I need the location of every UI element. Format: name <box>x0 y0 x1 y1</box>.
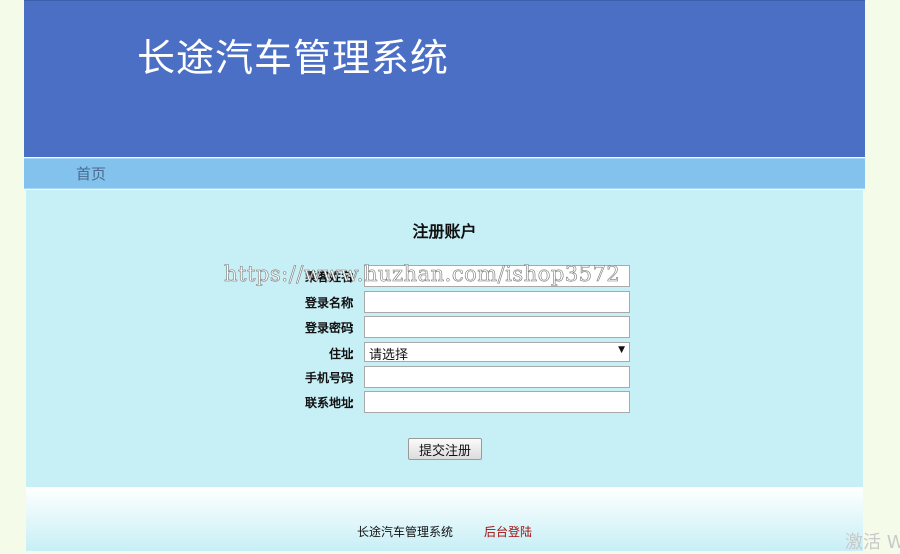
site-title: 长途汽车管理系统 <box>137 36 450 80</box>
contact-address-label: 联系地址 <box>304 396 353 410</box>
colon: ： <box>349 270 362 284</box>
login-password-label: 登录密码 <box>304 321 353 335</box>
form-row-passenger-name: 乘客姓名 ： <box>26 265 863 288</box>
nav-home-link[interactable]: 首页 <box>76 164 106 184</box>
form-row-login-name: 登录名称 ： <box>26 291 863 314</box>
colon: ： <box>349 296 362 310</box>
address-select-value: 请选择 <box>369 348 409 363</box>
admin-login-link[interactable]: 后台登陆 <box>484 523 532 540</box>
dropdown-arrow-icon: ▼ <box>618 345 625 355</box>
form-title: 注册账户 <box>412 222 477 241</box>
address-select[interactable]: 请选择 ▼ <box>364 342 630 363</box>
nav-bar: 首页 <box>24 158 865 189</box>
passenger-name-label: 乘客姓名 <box>304 270 353 284</box>
contact-address-input[interactable] <box>364 391 630 413</box>
header-banner: 长途汽车管理系统 <box>24 0 865 157</box>
phone-input[interactable] <box>364 366 630 388</box>
form-row-address-select: 住址 ： 请选择 ▼ <box>26 342 863 365</box>
activate-windows-text: 激活 W <box>845 532 900 553</box>
footer-site-name: 长途汽车管理系统 <box>357 525 454 539</box>
phone-label: 手机号码 <box>304 371 353 385</box>
form-row-phone: 手机号码 ： <box>26 366 863 389</box>
register-form: 注册账户 乘客姓名 ： 登录名称 ： 登录密码 ： 住址 ： 请选择 ▼ 手机号… <box>26 190 863 487</box>
colon: ： <box>349 347 362 361</box>
login-name-label: 登录名称 <box>304 296 353 310</box>
form-row-login-password: 登录密码 ： <box>26 316 863 339</box>
submit-register-button[interactable]: 提交注册 <box>408 438 482 460</box>
colon: ： <box>349 371 362 385</box>
form-row-contact-address: 联系地址 ： <box>26 391 863 414</box>
passenger-name-input[interactable] <box>364 265 630 287</box>
page: 长途汽车管理系统 首页 注册账户 乘客姓名 ： 登录名称 ： 登录密码 ： 住址… <box>24 0 865 551</box>
footer: 长途汽车管理系统 后台登陆 <box>26 487 863 551</box>
colon: ： <box>349 321 362 335</box>
colon: ： <box>349 396 362 410</box>
login-password-input[interactable] <box>364 316 630 338</box>
login-name-input[interactable] <box>364 291 630 313</box>
